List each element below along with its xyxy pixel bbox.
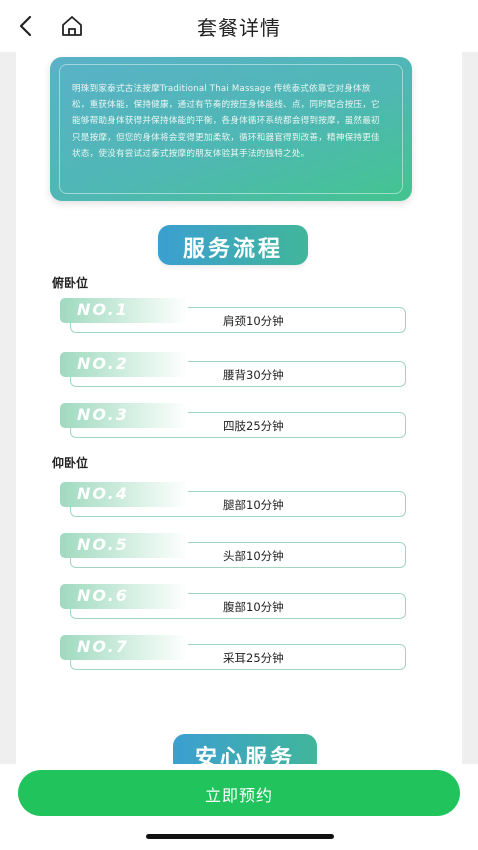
step-number: NO.7 bbox=[77, 637, 129, 656]
step-item: NO.2 腰背30分钟 bbox=[60, 352, 408, 388]
intro-card: 明珠到家泰式古法按摩Traditional Thai Massage 传统泰式依… bbox=[50, 57, 412, 201]
step-item: NO.1 肩颈10分钟 bbox=[60, 298, 408, 334]
step-item: NO.3 四肢25分钟 bbox=[60, 403, 408, 439]
home-indicator[interactable] bbox=[146, 834, 334, 839]
intro-text: 明珠到家泰式古法按摩Traditional Thai Massage 传统泰式依… bbox=[72, 84, 380, 159]
group-label-supine: 仰卧位 bbox=[52, 456, 89, 470]
step-item: NO.6 腹部10分钟 bbox=[60, 584, 408, 620]
step-number: NO.1 bbox=[77, 300, 129, 319]
step-number-tag: NO.6 bbox=[60, 584, 188, 609]
step-description: 腹部10分钟 bbox=[223, 600, 284, 614]
step-number-tag: NO.5 bbox=[60, 533, 188, 558]
step-description: 采耳25分钟 bbox=[223, 651, 284, 665]
step-item: NO.7 采耳25分钟 bbox=[60, 635, 408, 671]
step-description: 腿部10分钟 bbox=[223, 498, 284, 512]
book-now-label: 立即预约 bbox=[204, 786, 273, 805]
step-description: 四肢25分钟 bbox=[223, 419, 284, 433]
step-number: NO.2 bbox=[77, 354, 129, 373]
safety-service-heading: 安心服务 bbox=[173, 734, 317, 764]
nav-bar: 套餐详情 bbox=[0, 0, 478, 52]
step-number: NO.5 bbox=[77, 535, 129, 554]
step-number: NO.3 bbox=[77, 405, 129, 424]
service-flow-heading: 服务流程 bbox=[158, 225, 308, 265]
step-item: NO.4 腿部10分钟 bbox=[60, 482, 408, 518]
book-now-button[interactable]: 立即预约 bbox=[18, 770, 460, 816]
step-number-tag: NO.1 bbox=[60, 298, 188, 323]
step-description: 头部10分钟 bbox=[223, 549, 284, 563]
step-description: 肩颈10分钟 bbox=[223, 314, 284, 328]
step-number: NO.6 bbox=[77, 586, 129, 605]
step-number-tag: NO.3 bbox=[60, 403, 188, 428]
step-number-tag: NO.7 bbox=[60, 635, 188, 660]
service-flow-title: 服务流程 bbox=[182, 237, 283, 262]
group-label-prone: 俯卧位 bbox=[52, 276, 89, 290]
package-detail-content[interactable]: 明珠到家泰式古法按摩Traditional Thai Massage 传统泰式依… bbox=[0, 52, 478, 764]
safety-service-title: 安心服务 bbox=[194, 746, 295, 764]
step-description: 腰背30分钟 bbox=[223, 368, 284, 382]
step-item: NO.5 头部10分钟 bbox=[60, 533, 408, 569]
step-number-tag: NO.4 bbox=[60, 482, 188, 507]
page-title: 套餐详情 bbox=[197, 16, 281, 40]
step-number: NO.4 bbox=[77, 484, 129, 503]
step-number-tag: NO.2 bbox=[60, 352, 188, 377]
